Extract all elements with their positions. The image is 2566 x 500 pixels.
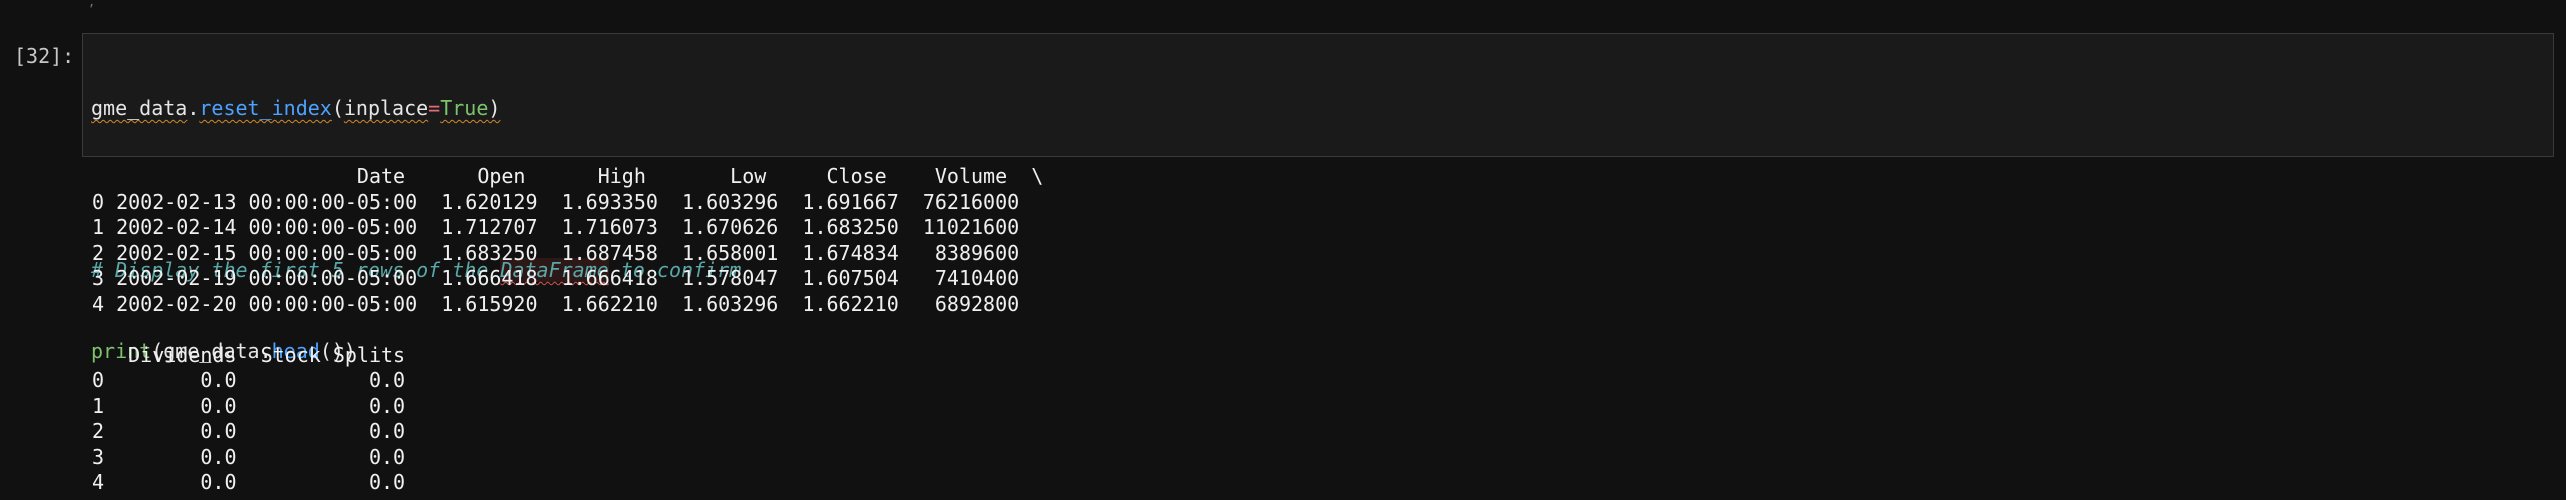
previous-cell-remnant: , xyxy=(88,0,96,9)
cell-output: Date Open High Low Close Volume \ 0 2002-… xyxy=(92,164,1043,496)
token-true: True xyxy=(440,96,489,120)
table2-row: 0 0.0 0.0 xyxy=(92,368,406,392)
table1-row: 2 2002-02-15 00:00:00-05:00 1.683250 1.6… xyxy=(92,240,1020,265)
table1-row: 4 2002-02-20 00:00:00-05:00 1.615920 1.6… xyxy=(92,291,1020,316)
code-line-1: gme_data.reset_index(inplace=True) xyxy=(91,95,741,122)
table2-row: 3 0.0 0.0 xyxy=(92,444,406,469)
token-method: reset_index xyxy=(199,96,332,120)
table1-row: 1 2002-02-14 00:00:00-05:00 1.712707 1.7… xyxy=(92,215,1020,239)
token-param: inplace xyxy=(343,96,429,120)
table2-header: Dividends Stock Splits xyxy=(92,342,406,367)
code-cell-editor[interactable]: gme_data.reset_index(inplace=True) # Dis… xyxy=(82,33,2554,363)
table2-row: 1 0.0 0.0 xyxy=(92,393,406,418)
table1-header: Date Open High Low Close Volume \ xyxy=(92,164,1044,188)
table1-row: 3 2002-02-19 00:00:00-05:00 1.666418 1.6… xyxy=(92,266,1020,290)
token-paren-close: ) xyxy=(488,96,501,120)
token-variable: gme_data xyxy=(91,96,188,120)
token-dot: . xyxy=(187,96,200,120)
notebook-page: , [32]: gme_data.reset_index(inplace=Tru… xyxy=(0,0,2566,500)
execution-count: [32]: xyxy=(14,44,75,68)
table2-row: 2 0.0 0.0 xyxy=(92,419,406,443)
table1-row: 0 2002-02-13 00:00:00-05:00 1.620129 1.6… xyxy=(92,189,1020,214)
table2-row: 4 0.0 0.0 xyxy=(92,470,406,494)
token-equals: = xyxy=(428,96,441,120)
token-paren-open: ( xyxy=(331,96,344,120)
output-blank-line xyxy=(92,317,1043,343)
